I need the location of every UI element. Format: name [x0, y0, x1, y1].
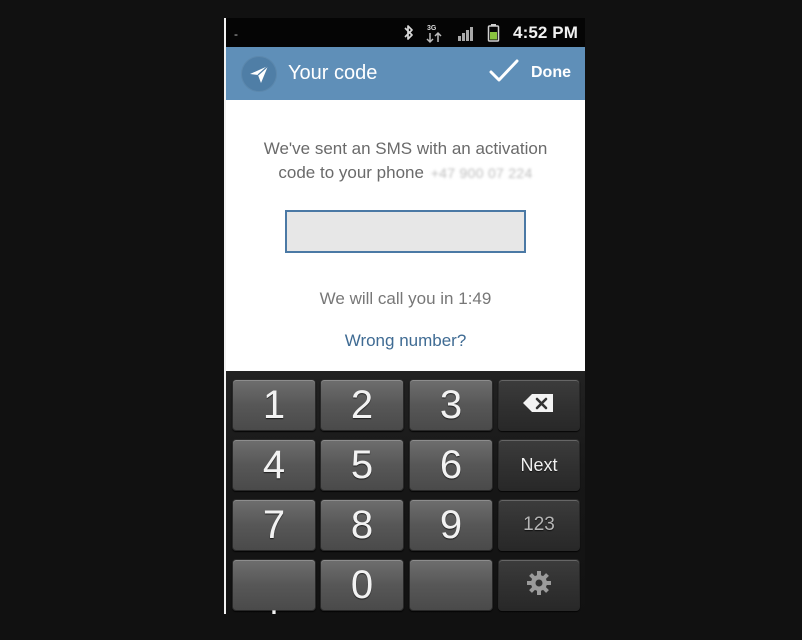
backspace-key[interactable] [498, 379, 580, 431]
wrong-number-link[interactable]: Wrong number? [335, 329, 476, 353]
verification-content: We've sent an SMS with an activation cod… [226, 100, 585, 371]
masked-phone-number: +47 900 07 224 [430, 165, 533, 181]
gear-icon [525, 569, 553, 602]
battery-icon [487, 21, 500, 45]
number-mode-label: 123 [523, 514, 555, 535]
key-5-label: 5 [350, 443, 374, 487]
blank-key[interactable] [409, 559, 493, 611]
key-4-label: 4 [262, 443, 286, 487]
dot-key[interactable]: . [232, 559, 316, 614]
dot-key-label: . [269, 584, 279, 614]
key-6[interactable]: 6 [409, 439, 493, 491]
key-2[interactable]: 2 [320, 379, 404, 431]
key-0[interactable]: 0 [320, 559, 404, 611]
key-7[interactable]: 7 [232, 499, 316, 551]
done-button[interactable]: Done [488, 54, 571, 92]
key-9[interactable]: 9 [409, 499, 493, 551]
done-label: Done [531, 64, 571, 81]
key-9-label: 9 [439, 503, 463, 547]
key-8[interactable]: 8 [320, 499, 404, 551]
key-6-label: 6 [439, 443, 463, 487]
key-2-label: 2 [350, 383, 374, 427]
status-bar: - 3G 4:52 PM [226, 18, 585, 47]
key-1[interactable]: 1 [232, 379, 316, 431]
key-8-label: 8 [350, 503, 374, 547]
mobile-data-icon: 3G [426, 21, 446, 45]
status-time: 4:52 PM [513, 22, 578, 42]
next-key-label: Next [520, 454, 558, 475]
signal-icon [457, 21, 476, 45]
page-title: Your code [288, 62, 378, 84]
status-left-mark: - [234, 27, 238, 41]
paper-plane-icon[interactable] [241, 56, 277, 92]
key-0-label: 0 [350, 563, 374, 607]
key-3[interactable]: 3 [409, 379, 493, 431]
bluetooth-icon [403, 21, 415, 45]
call-countdown: We will call you in 1:49 [319, 289, 492, 308]
key-7-label: 7 [262, 503, 286, 547]
action-bar: Your code Done [226, 47, 585, 100]
key-5[interactable]: 5 [320, 439, 404, 491]
number-mode-key[interactable]: 123 [498, 499, 580, 551]
status-icons: 3G 4:52 PM [403, 18, 578, 47]
network-type-label: 3G [427, 25, 437, 32]
key-1-label: 1 [262, 383, 286, 427]
backspace-icon [522, 392, 556, 419]
numeric-keyboard: 1 2 3 4 5 6 Next 7 8 9 123 . 0 [226, 371, 585, 614]
check-icon [488, 58, 520, 89]
code-input[interactable] [285, 210, 526, 253]
key-4[interactable]: 4 [232, 439, 316, 491]
next-key[interactable]: Next [498, 439, 580, 491]
key-3-label: 3 [439, 383, 463, 427]
sms-message: We've sent an SMS with an activation cod… [250, 137, 561, 185]
settings-key[interactable] [498, 559, 580, 611]
phone-screen: - 3G 4:52 PM Your code Done We've sent a… [226, 18, 585, 614]
